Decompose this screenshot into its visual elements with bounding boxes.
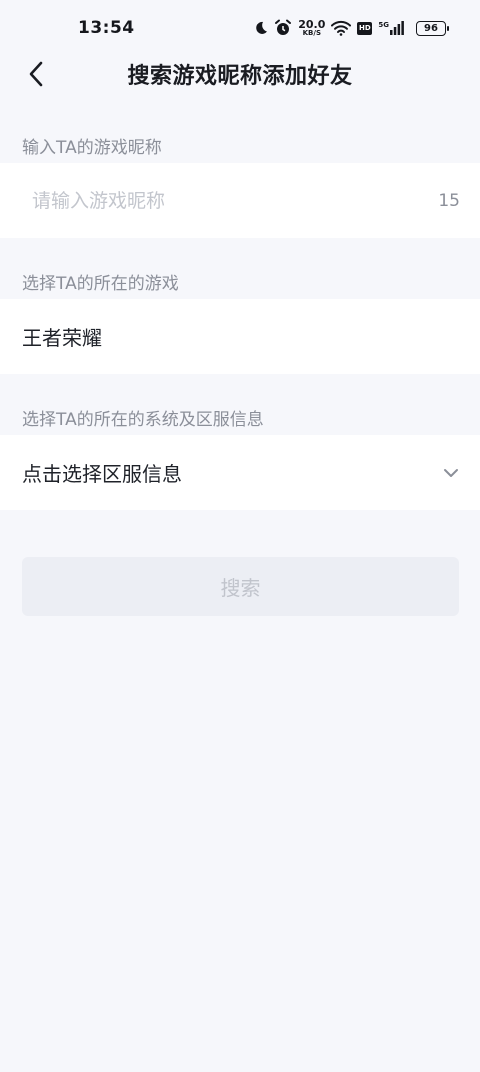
search-button[interactable]: 搜索: [22, 557, 459, 616]
battery-icon: 96: [416, 20, 449, 36]
nickname-input-row: 15: [0, 163, 480, 238]
signal-icon: 5G: [378, 21, 404, 35]
moon-icon: [252, 20, 268, 36]
server-section-label: 选择TA的所在的系统及区服信息: [22, 410, 264, 430]
wifi-icon: [331, 20, 352, 36]
game-section-label: 选择TA的所在的游戏: [22, 274, 179, 294]
status-time: 13:54: [78, 18, 135, 38]
nickname-input[interactable]: [32, 189, 439, 212]
network-speed: 20.0 KB/S: [298, 18, 326, 37]
status-icons: 20.0 KB/S HD 5G 96: [252, 18, 449, 37]
char-limit-counter: 15: [438, 190, 460, 211]
hd-voice-icon: HD: [357, 21, 373, 35]
page-header: 搜索游戏昵称添加好友: [0, 48, 480, 100]
page-title: 搜索游戏昵称添加好友: [127, 64, 353, 89]
back-button[interactable]: [20, 58, 52, 90]
server-select-row[interactable]: 点击选择区服信息: [0, 435, 480, 510]
game-select-row[interactable]: 王者荣耀: [0, 299, 480, 374]
chevron-down-icon: [444, 468, 458, 477]
server-select-value: 点击选择区服信息: [22, 462, 182, 486]
alarm-icon: [274, 19, 292, 37]
selected-game: 王者荣耀: [22, 326, 102, 350]
chevron-left-icon: [29, 61, 43, 87]
nickname-section-label: 输入TA的游戏昵称: [22, 138, 162, 158]
